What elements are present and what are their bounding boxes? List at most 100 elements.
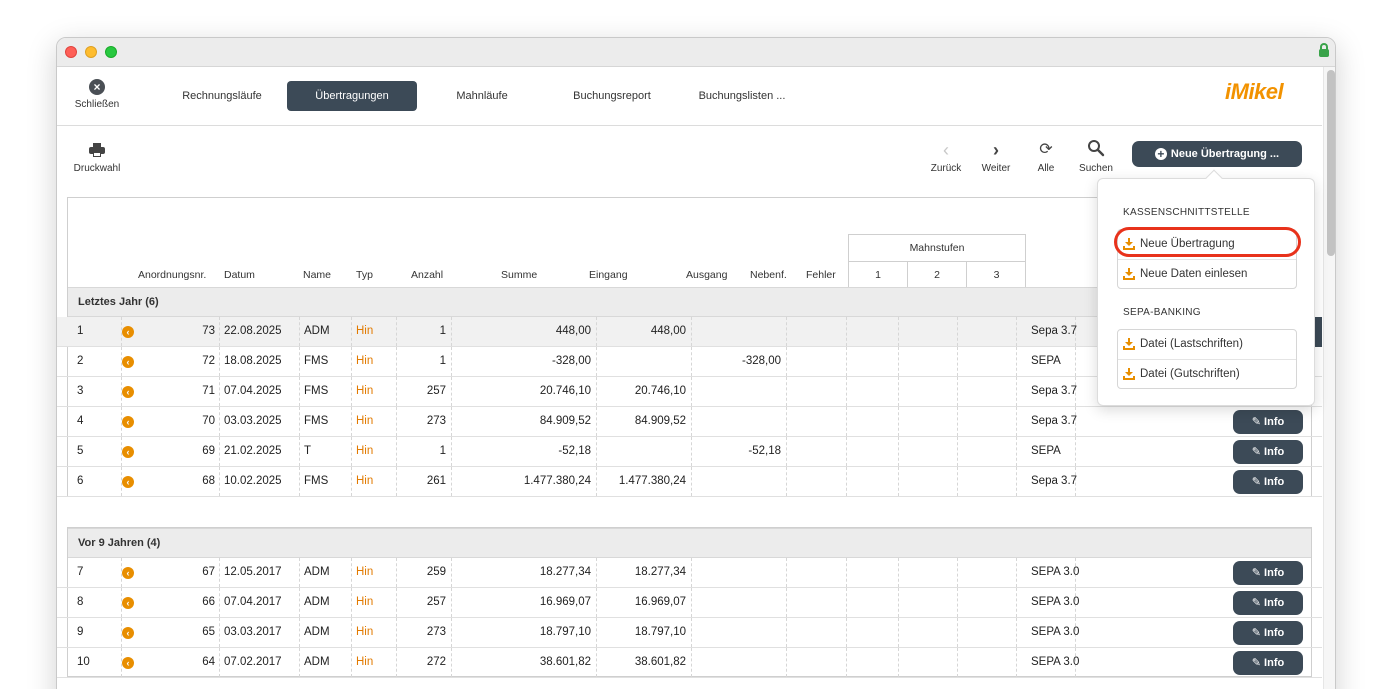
new-transfer-button[interactable]: + Neue Übertragung ... (1132, 141, 1302, 167)
info-button[interactable]: ✎ Info (1233, 561, 1303, 585)
cell-name: ADM (304, 626, 330, 638)
mahnstufe-1-header: 1 (849, 262, 908, 289)
print-label: Druckwahl (73, 163, 121, 174)
header-summe: Summe (501, 269, 538, 281)
cell-nr: 70 (202, 415, 215, 427)
selection-indicator (1314, 317, 1322, 347)
cell-anzahl: 1 (439, 355, 446, 367)
window-close-light[interactable] (65, 46, 77, 58)
cell-summe: 84.909,52 (539, 415, 591, 427)
scrollbar-thumb[interactable] (1327, 70, 1335, 256)
arrow-left-circle-icon[interactable]: ‹ (122, 476, 134, 488)
cell-pos: 10 (77, 656, 90, 668)
cell-anzahl: 272 (426, 656, 446, 668)
chevron-right-icon: › (993, 140, 999, 160)
back-button[interactable]: ‹ Zurück (923, 139, 969, 174)
cell-datum: 10.02.2025 (224, 475, 282, 487)
menu-group-sepa: Datei (Lastschriften) Datei (Gutschrifte… (1117, 329, 1297, 389)
next-button[interactable]: › Weiter (973, 139, 1019, 174)
header-eingang: Eingang (589, 269, 628, 281)
header-ausgang: Ausgang (686, 269, 728, 281)
arrow-left-circle-icon[interactable]: ‹ (122, 356, 134, 368)
cell-ausgang (692, 467, 781, 496)
table-row[interactable]: ‹ 8 66 07.04.2017 ADM Hin 257 16.969,07 16.969,0… (57, 588, 1322, 618)
cell-pos: 7 (77, 566, 84, 578)
table-row[interactable]: ‹ 6 68 10.02.2025 FMS Hin 261 1.477.380,24 1.477… (57, 467, 1322, 497)
tab-mahnlaeufe[interactable]: Mahnläufe (427, 81, 537, 111)
cell-ausgang (692, 407, 781, 436)
cell-summe: 16.969,07 (539, 596, 591, 608)
all-button[interactable]: ⟳ Alle (1023, 139, 1069, 174)
search-icon (1073, 139, 1119, 163)
arrow-left-circle-icon[interactable]: ‹ (122, 446, 134, 458)
tab-uebertragungen[interactable]: Übertragungen (287, 81, 417, 111)
info-button[interactable]: ✎ Info (1233, 591, 1303, 615)
window-zoom-light[interactable] (105, 46, 117, 58)
cell-eingang (597, 437, 686, 466)
info-button[interactable]: ✎ Info (1233, 621, 1303, 645)
cell-ausgang: -52,18 (748, 445, 781, 457)
arrow-left-circle-icon[interactable]: ‹ (122, 567, 134, 579)
header-datum: Datum (224, 269, 255, 281)
table-row[interactable]: ‹ 7 67 12.05.2017 ADM Hin 259 18.277,34 18.277,3… (57, 558, 1322, 588)
arrow-left-circle-icon[interactable]: ‹ (122, 386, 134, 398)
cell-datum: 07.02.2017 (224, 656, 282, 668)
table-row[interactable]: ‹ 5 69 21.02.2025 T Hin 1 -52,18 -52,18 SEPA ✎ Inf… (57, 437, 1322, 467)
header-fehler: Fehler (806, 269, 836, 281)
tab-buchungslisten[interactable]: Buchungslisten ... (687, 81, 797, 111)
menu-item-label: Datei (Lastschriften) (1140, 338, 1243, 350)
cell-pos: 4 (77, 415, 84, 427)
cell-ausgang (692, 558, 781, 587)
arrow-left-circle-icon[interactable]: ‹ (122, 416, 134, 428)
info-button[interactable]: ✎ Info (1233, 440, 1303, 464)
cell-datum: 07.04.2025 (224, 385, 282, 397)
search-button[interactable]: Suchen (1073, 139, 1119, 174)
header-nebenf: Nebenf. (750, 269, 787, 281)
info-button[interactable]: ✎ Info (1233, 651, 1303, 675)
cell-datum: 12.05.2017 (224, 566, 282, 578)
cell-typ: Hin (356, 656, 374, 668)
table-row[interactable]: ‹ 4 70 03.03.2025 FMS Hin 273 84.909,52 84.909,5… (57, 407, 1322, 437)
tab-buchungsreport[interactable]: Buchungsreport (557, 81, 667, 111)
cell-typ: Hin (356, 475, 374, 487)
imikel-logo: iMikel (1225, 79, 1284, 104)
search-label: Suchen (1079, 163, 1113, 174)
group-header: Vor 9 Jahren (4) (68, 528, 1311, 558)
arrow-left-circle-icon[interactable]: ‹ (122, 597, 134, 609)
cell-format: Sepa 3.7 (1031, 415, 1078, 427)
cell-name: FMS (304, 415, 329, 427)
arrow-left-circle-icon[interactable]: ‹ (122, 657, 134, 669)
arrow-left-circle-icon[interactable]: ‹ (122, 326, 134, 338)
table-row[interactable]: ‹ 10 64 07.02.2017 ADM Hin 272 38.601,82 38.601,… (57, 648, 1322, 678)
cell-typ: Hin (356, 596, 374, 608)
menu-item-label: Datei (Gutschriften) (1140, 368, 1240, 380)
print-button[interactable]: Druckwahl (69, 139, 125, 174)
cell-pos: 9 (77, 626, 84, 638)
cell-format: SEPA 3.0 (1031, 566, 1080, 578)
info-button[interactable]: ✎ Info (1233, 410, 1303, 434)
cell-name: FMS (304, 355, 329, 367)
close-button[interactable]: × Schließen (69, 79, 125, 110)
cell-ausgang (692, 618, 781, 647)
header-anzahl: Anzahl (411, 269, 444, 281)
cell-nr: 68 (202, 475, 215, 487)
table-row[interactable]: ‹ 9 65 03.03.2017 ADM Hin 273 18.797,10 18.797,1… (57, 618, 1322, 648)
cell-datum: 21.02.2025 (224, 445, 282, 457)
menu-item-datei-gutschriften[interactable]: Datei (Gutschriften) (1118, 359, 1296, 388)
cell-typ: Hin (356, 325, 374, 337)
cell-eingang: 84.909,52 (634, 415, 686, 427)
info-button[interactable]: ✎ Info (1233, 470, 1303, 494)
vertical-scrollbar[interactable] (1323, 67, 1335, 689)
cell-anzahl: 257 (426, 596, 446, 608)
header-name: Name (303, 269, 332, 281)
cell-name: ADM (304, 656, 330, 668)
window-minimize-light[interactable] (85, 46, 97, 58)
menu-item-neue-daten-einlesen[interactable]: Neue Daten einlesen (1118, 259, 1296, 288)
cell-pos: 5 (77, 445, 84, 457)
header-typ: Typ (356, 269, 373, 281)
tab-rechnungslaeufe[interactable]: Rechnungsläufe (167, 81, 277, 111)
cell-nr: 71 (202, 385, 215, 397)
menu-item-datei-lastschriften[interactable]: Datei (Lastschriften) (1118, 330, 1296, 359)
arrow-left-circle-icon[interactable]: ‹ (122, 627, 134, 639)
cell-summe: 38.601,82 (539, 656, 591, 668)
